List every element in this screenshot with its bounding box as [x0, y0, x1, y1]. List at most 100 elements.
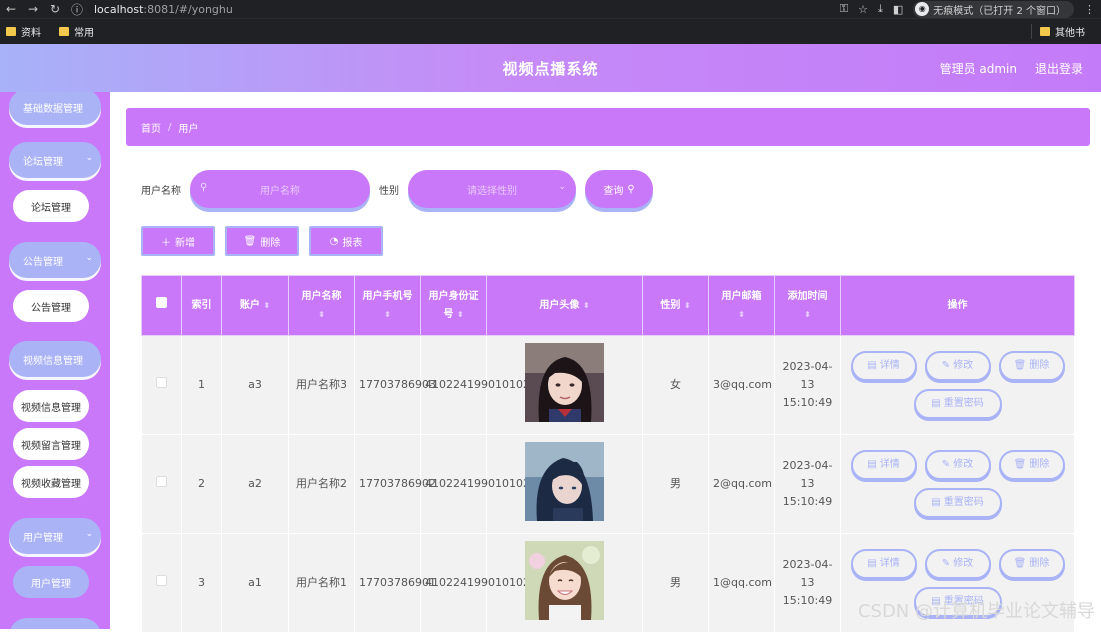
sort-icon[interactable]: ⬍: [384, 310, 391, 319]
sort-icon[interactable]: ⬍: [684, 301, 691, 310]
info-icon[interactable]: ⓘ: [66, 1, 88, 18]
breadcrumb-home[interactable]: 首页: [141, 120, 161, 135]
app-header: 视频点播系统 管理员 admin 退出登录: [0, 44, 1101, 92]
sort-icon[interactable]: ⬍: [583, 301, 590, 310]
gender-label: 性别: [379, 185, 399, 197]
admin-label: 管理员 admin: [939, 62, 1017, 76]
sort-icon[interactable]: ⬍: [738, 310, 745, 319]
cell-index: 1: [181, 335, 222, 435]
gender-select[interactable]: 请选择性别 ⌄: [408, 170, 576, 208]
cell-account: a2: [221, 434, 289, 534]
plus-icon: ＋: [161, 237, 171, 249]
download-icon[interactable]: ⤓: [878, 2, 883, 16]
header-account[interactable]: 账户 ⬍: [221, 275, 289, 336]
sidebar-item-video-favorites[interactable]: 视频收藏管理: [13, 466, 89, 498]
report-button[interactable]: ◔ 报表: [309, 226, 383, 256]
query-label: 查询: [603, 185, 624, 197]
row-checkbox[interactable]: [156, 575, 167, 586]
menu-group-label: 论坛管理: [23, 156, 63, 168]
user-table: 索引 账户 ⬍ 用户名称 ⬍ 用户手机号 ⬍ 用户身份证号 ⬍ 用户头像 ⬍ 性别…: [141, 275, 1075, 633]
header-gender[interactable]: 性别 ⬍: [642, 275, 709, 336]
search-bar: 用户名称 ⚲ 用户名称 性别 请选择性别 ⌄ 查询 ⚲: [141, 170, 653, 208]
breadcrumb: 首页 / 用户: [126, 108, 1090, 146]
table-row: 1 a3 用户名称3 17703786903 41022419901010200…: [141, 335, 1075, 435]
forward-icon[interactable]: →: [22, 2, 44, 16]
row-select-cell[interactable]: [141, 434, 182, 534]
header-email[interactable]: 用户邮箱 ⬍: [708, 275, 775, 336]
edit-button[interactable]: ✎ 修改: [924, 351, 991, 381]
sort-icon[interactable]: ⬍: [318, 310, 325, 319]
query-button[interactable]: 查询 ⚲: [585, 170, 653, 208]
star-icon[interactable]: ☆: [858, 3, 868, 16]
edit-button[interactable]: ✎ 修改: [924, 549, 991, 579]
other-bookmarks[interactable]: 其他书: [1031, 24, 1089, 39]
reload-icon[interactable]: ↻: [44, 2, 66, 16]
header-username[interactable]: 用户名称 ⬍: [288, 275, 355, 336]
bookmarks-bar: 资料 常用 其他书: [0, 18, 1101, 44]
select-all-checkbox[interactable]: [156, 296, 167, 308]
detail-button[interactable]: ▤ 详情: [850, 351, 917, 381]
bookmark-label: 其他书: [1055, 28, 1085, 39]
sidepanel-icon[interactable]: ◧: [893, 3, 903, 16]
search-icon: ⚲: [200, 182, 208, 193]
edit-button[interactable]: ✎ 修改: [924, 450, 991, 480]
row-select-cell[interactable]: [141, 533, 182, 633]
sidebar-item-video-comments[interactable]: 视频留言管理: [13, 428, 89, 460]
menu-group-next[interactable]: [9, 618, 101, 629]
detail-button[interactable]: ▤ 详情: [850, 450, 917, 480]
header-label: 索引: [191, 299, 212, 311]
detail-button[interactable]: ▤ 详情: [850, 549, 917, 579]
header-idcard[interactable]: 用户身份证号 ⬍: [420, 275, 487, 336]
menu-group-users[interactable]: 用户管理 ⌄: [9, 518, 101, 554]
cell-time: 2023-04-13 15:10:49: [774, 434, 841, 534]
edit-label: 修改: [953, 558, 974, 569]
folder-icon: [1040, 27, 1050, 36]
table-row: 2 a2 用户名称2 17703786902 41022419901010200…: [141, 434, 1075, 534]
delete-button[interactable]: 🗑 删除: [225, 226, 299, 256]
delete-row-button[interactable]: 🗑 删除: [998, 450, 1065, 480]
bookmark-folder[interactable]: 资料: [6, 24, 41, 39]
row-select-cell[interactable]: [141, 335, 182, 435]
sort-icon[interactable]: ⬍: [263, 301, 270, 310]
add-button[interactable]: ＋ 新增: [141, 226, 215, 256]
cell-actions: ▤ 详情 ✎ 修改 🗑 删除 ▤ 重置密码: [840, 434, 1075, 534]
incognito-badge[interactable]: ◉ 无痕模式（已打开 2 个窗口）: [913, 0, 1074, 18]
row-checkbox[interactable]: [156, 476, 167, 487]
key-icon[interactable]: ⚿: [840, 2, 848, 16]
sort-icon[interactable]: ⬍: [457, 310, 464, 319]
delete-row-button[interactable]: 🗑 删除: [998, 351, 1065, 381]
folder-icon: [59, 27, 69, 36]
cell-account: a1: [221, 533, 289, 633]
sidebar-item-forum[interactable]: 论坛管理: [13, 190, 89, 222]
username-search-input[interactable]: ⚲ 用户名称: [190, 170, 370, 208]
menu-group-forum[interactable]: 论坛管理 ⌄: [9, 142, 101, 178]
incognito-label: 无痕模式（已打开 2 个窗口）: [933, 5, 1066, 17]
row-checkbox[interactable]: [156, 377, 167, 388]
trash-icon: 🗑: [1013, 360, 1027, 371]
incognito-icon: ◉: [915, 2, 930, 16]
chevron-down-icon: ⌄: [558, 182, 566, 192]
reset-password-button[interactable]: ▤ 重置密码: [913, 488, 1002, 518]
sidebar-item-video-info[interactable]: 视频信息管理: [13, 390, 89, 422]
logout-link[interactable]: 退出登录: [1035, 60, 1083, 77]
menu-group-basic-data[interactable]: 基础数据管理: [9, 92, 101, 125]
back-icon[interactable]: ←: [0, 2, 22, 16]
delete-row-button[interactable]: 🗑 删除: [998, 549, 1065, 579]
reset-password-button[interactable]: ▤ 重置密码: [913, 389, 1002, 419]
menu-group-video[interactable]: 视频信息管理: [9, 341, 101, 377]
menu-icon[interactable]: ⋮: [1084, 3, 1095, 16]
menu-group-notice[interactable]: 公告管理 ⌄: [9, 242, 101, 278]
sidebar-item-users[interactable]: 用户管理: [13, 566, 89, 598]
sidebar: 基础数据管理 论坛管理 ⌄ 论坛管理 公告管理 ⌄ 公告管理 视频信息管理 视频信息…: [0, 92, 110, 629]
header-avatar[interactable]: 用户头像 ⬍: [486, 275, 643, 336]
header-time[interactable]: 添加时间 ⬍: [774, 275, 841, 336]
header-label: 添加时间: [787, 290, 828, 302]
address-bar[interactable]: localhost:8081/#/yonghu: [94, 3, 233, 16]
header-label: 性别: [660, 299, 681, 311]
header-phone[interactable]: 用户手机号 ⬍: [354, 275, 421, 336]
bookmark-folder[interactable]: 常用: [59, 24, 94, 39]
sidebar-item-notice[interactable]: 公告管理: [13, 290, 89, 322]
select-all-header[interactable]: [141, 275, 182, 336]
report-label: 报表: [342, 237, 363, 249]
sort-icon[interactable]: ⬍: [804, 310, 811, 319]
